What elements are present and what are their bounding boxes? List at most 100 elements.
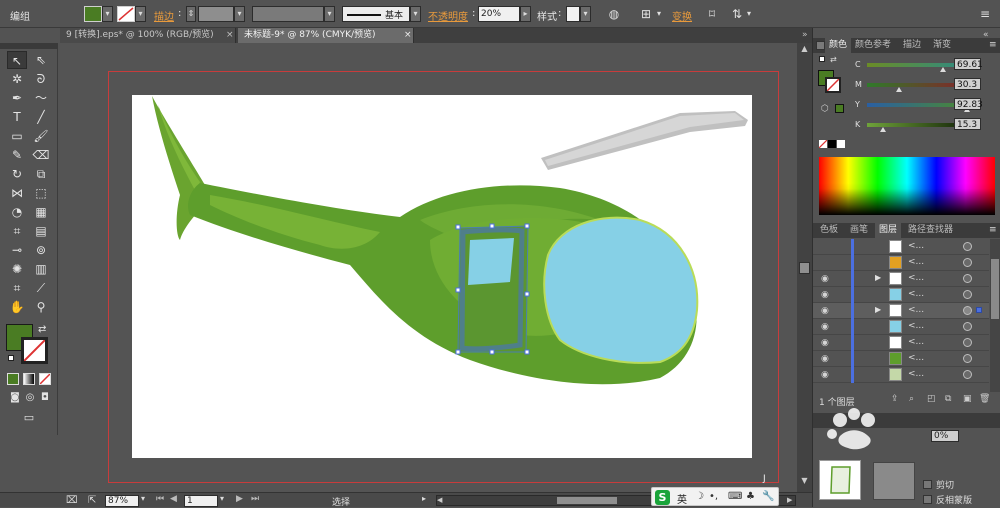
panel-menu-icon[interactable]: ≡ [978, 7, 992, 21]
layers-list: <... <... ◉ ▶ <... ◉ <... ◉ ▶ <... ◉ <... ◉ <..… [813, 239, 989, 392]
magenta-label: M [855, 80, 862, 89]
layer-row[interactable]: ◉ <... [813, 351, 989, 367]
target-icon [963, 338, 972, 347]
next-artboard-icon[interactable]: ▶ [236, 494, 243, 504]
layer-row[interactable]: ◉ <... [813, 335, 989, 351]
tab-pathfinder[interactable]: 路径查找器 [904, 223, 957, 238]
invert-mask-label: 反相蒙版 [936, 496, 973, 506]
clip-label: 剪切 [936, 481, 955, 491]
cyan-value[interactable]: 69.61 [954, 58, 983, 70]
target-icon [963, 370, 972, 379]
cyan-slider-thumb[interactable] [939, 67, 946, 72]
invert-mask-checkbox[interactable] [923, 495, 932, 504]
target-icon [963, 290, 972, 299]
scroll-down-icon[interactable]: ▼ [799, 476, 810, 488]
opacity-mask-slot[interactable] [873, 462, 915, 500]
visibility-eye-icon: ◉ [821, 290, 829, 300]
vertical-scrollbar[interactable]: ▲ ▼ [797, 43, 812, 492]
layer-row[interactable]: ◉ <... [813, 367, 989, 383]
ime-language[interactable]: 英 [677, 491, 687, 506]
layers-panel-tabs: 色板 画笔 图层 路径查找器 ≡ [813, 223, 1000, 238]
target-icon [963, 242, 972, 251]
horizontal-scroll-thumb[interactable] [557, 497, 617, 504]
black-color-swatch[interactable] [828, 140, 836, 148]
tab-gradient[interactable]: 渐变 [929, 38, 955, 53]
vertical-scroll-thumb[interactable] [799, 262, 810, 274]
artwork-layer: J [152, 96, 766, 484]
prev-artboard-icon[interactable]: ◀ [170, 494, 177, 504]
tab-layers[interactable]: 图层 [875, 223, 902, 238]
layer-row-selected[interactable]: ◉ ▶ <... [813, 303, 989, 319]
layers-scroll-thumb[interactable] [991, 259, 999, 319]
visibility-eye-icon: ◉ [821, 338, 829, 348]
tab-color-guide[interactable]: 颜色参考 [851, 38, 895, 53]
clip-checkbox[interactable] [923, 480, 932, 489]
half-width-icon[interactable]: ☽ [695, 491, 704, 502]
keyboard-icon[interactable]: ⌨ [728, 491, 742, 502]
color-panel-stroke[interactable] [825, 77, 841, 93]
skin-icon[interactable]: ♣ [746, 491, 755, 502]
transparency-thumbnail[interactable] [819, 460, 861, 500]
visibility-eye-icon: ◉ [821, 274, 829, 284]
magenta-value[interactable]: 30.3 [954, 78, 981, 90]
layer-row[interactable]: ◉ <... [813, 287, 989, 303]
none-color-swatch[interactable] [818, 139, 828, 149]
expand-arrow-icon: ▶ [875, 273, 882, 282]
target-icon [963, 354, 972, 363]
punctuation-icon[interactable]: •, [709, 491, 718, 502]
layer-row[interactable]: ◉ ▶ <... [813, 271, 989, 287]
share-icon[interactable]: ⇱ [88, 495, 96, 506]
windshield [543, 216, 699, 364]
color-panel-default-icon[interactable] [819, 56, 825, 62]
tabs-overflow-icon[interactable]: » [802, 28, 808, 43]
layers-panel-menu-icon[interactable]: ≡ [989, 225, 997, 235]
status-menu-icon[interactable]: ▸ [422, 494, 426, 503]
layer-row[interactable]: ◉ <... [813, 319, 989, 335]
status-tool-label: 选择 [332, 498, 351, 508]
artboard-dropdown-icon[interactable]: ▾ [220, 494, 230, 503]
black-value[interactable]: 15.3 [954, 118, 981, 130]
yellow-label: Y [855, 100, 860, 109]
yellow-value[interactable]: 92.83 [954, 98, 983, 110]
white-color-swatch[interactable] [837, 140, 845, 148]
visibility-eye-icon: ◉ [821, 370, 829, 380]
black-slider-thumb[interactable] [880, 127, 887, 132]
scroll-right-icon[interactable]: ▶ [787, 496, 792, 504]
expand-arrow-icon: ▶ [875, 305, 882, 314]
scroll-up-icon[interactable]: ▲ [799, 44, 810, 56]
tab-color[interactable]: 颜色 [825, 38, 852, 53]
tab-stroke[interactable]: 描边 [899, 38, 925, 53]
panel-grip-icon[interactable] [816, 41, 825, 50]
tools-wrench-icon[interactable]: 🔧 [762, 491, 774, 502]
target-icon [963, 274, 972, 283]
color-panel-tabs: 颜色 颜色参考 描边 渐变 ≡ [813, 38, 1000, 53]
color-panel-menu-icon[interactable]: ≡ [989, 40, 997, 50]
last-artboard-icon[interactable]: ⏭ [251, 494, 259, 504]
zoom-dropdown-icon[interactable]: ▾ [141, 494, 151, 506]
target-icon [963, 322, 972, 331]
color-spectrum[interactable] [819, 157, 995, 215]
tab-brushes[interactable]: 画笔 [846, 223, 872, 238]
artboard-navigator-icon[interactable]: ⌧ [66, 495, 78, 506]
layer-row[interactable]: <... [813, 255, 989, 271]
magenta-slider-thumb[interactable] [896, 87, 903, 92]
layers-scrollbar[interactable] [990, 239, 1000, 392]
gamut-swatch[interactable] [835, 104, 844, 113]
color-panel-swap-icon[interactable]: ⇄ [830, 55, 837, 64]
layer-row[interactable]: <... [813, 239, 989, 255]
target-icon [963, 258, 972, 267]
artboard-number-field[interactable]: 1 [184, 495, 218, 507]
first-artboard-icon[interactable]: ⏮ [156, 494, 164, 504]
cyan-label: C [855, 60, 861, 69]
target-icon [963, 306, 972, 315]
sogou-logo-icon: S [655, 490, 670, 505]
tab-swatches[interactable]: 色板 [816, 223, 842, 238]
black-label: K [855, 120, 861, 129]
zoom-field[interactable]: 87% [105, 495, 139, 507]
tail-fin [152, 96, 205, 240]
scroll-left-icon[interactable]: ◀ [437, 496, 442, 504]
visibility-eye-icon: ◉ [821, 322, 829, 332]
ime-toolbar[interactable]: S 英 ☽ •, ⌨ ♣ 🔧 [651, 487, 779, 506]
baidu-watermark-logo [827, 408, 875, 450]
out-of-gamut-icon[interactable]: ⬡ [821, 104, 829, 114]
